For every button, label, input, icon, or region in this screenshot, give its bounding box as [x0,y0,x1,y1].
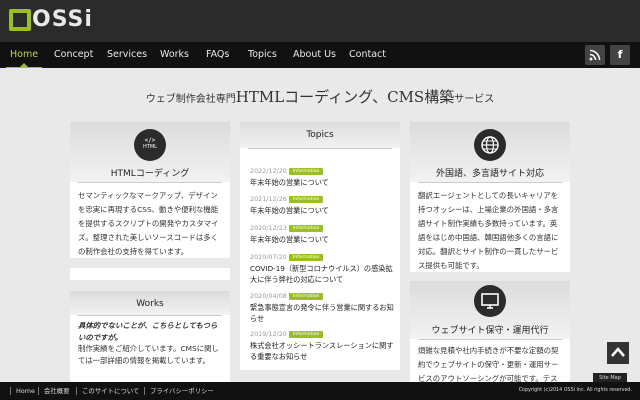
page-headline: ウェブ制作会社専門HTMLコーディング、CMS構築サービス [0,86,640,107]
headline-emphasis: HTMLコーディング、CMS構築 [235,88,455,106]
news-date: 2019/12/20 [250,330,287,338]
footer: Home 会社概要 このサイトについて プライバシーポリシー Copyright… [0,382,640,400]
footer-link-company[interactable]: 会社概要 [44,382,70,400]
footer-link-about-site[interactable]: このサイトについて [82,382,139,400]
nav-item-concept[interactable]: Concept [54,42,93,68]
logo-text: OSSi [32,7,93,32]
nav-item-faqs[interactable]: FAQs [206,42,229,68]
language-text: 翻訳エージェントとしての長いキャリアを持つオッシーは、上場企業の外国語・多言語サ… [418,191,559,270]
nav-item-home[interactable]: Home [5,42,43,68]
maintenance-card-header: ウェブサイト保守・運用代行 [410,281,570,339]
works-card: Works 具体的でないことが、こちらとしてもつらいのですが。 制作実績をご紹介… [70,291,230,383]
news-category-badge: Information [288,293,324,300]
rss-button[interactable] [585,45,605,65]
maintenance-card: ウェブサイト保守・運用代行 煩雑な見積や社内手続きが不要な定額の契約でウェブサイ… [410,281,570,383]
facebook-icon: f [617,48,623,61]
maintenance-title: ウェブサイト保守・運用代行 [431,326,549,336]
headline-prefix: ウェブ制作会社専門 [145,94,236,105]
news-date: 2020/12/23 [250,224,287,232]
maintenance-text: 煩雑な見積や社内手続きが不要な定額の契約でウェブサイトの保守・更新・運用サービス… [418,346,559,383]
news-item[interactable]: 2022/12/20 Information 年末年始の営業について [250,158,398,188]
site-logo[interactable]: OSSi [9,7,93,33]
footer-link-privacy[interactable]: プライバシーポリシー [150,382,214,400]
topics-card-header: Topics [240,122,400,148]
copyright-text: Copyright (c)2014 OSSi Inc. All rights r… [518,388,632,393]
news-date: 2020/04/08 [250,292,287,300]
logo-mark-icon [9,9,31,31]
news-date: 2020/07/20 [250,253,287,261]
chevron-up-icon [611,347,625,357]
news-date: 2021/12/26 [250,195,287,203]
news-item[interactable]: 2019/12/20 Information 株式会社オッシートランスレーションに… [250,321,398,362]
footer-link-home[interactable]: Home [16,382,35,400]
top-header: OSSi [0,0,640,42]
topics-card: Topics 2022/12/20 Information 年末年始の営業について… [240,122,400,370]
nav-item-services[interactable]: Services [107,42,147,68]
works-lead: 具体的でないことが、こちらとしてもつらいのですが。 [78,321,218,342]
news-item[interactable]: 2020/12/23 Information 年末年始の営業について [250,215,398,245]
language-card: 外国語、多言語サイト対応 翻訳エージェントとしての長いキャリアを持つオッシーは、… [410,122,570,272]
language-card-header: 外国語、多言語サイト対応 [410,122,570,182]
news-item[interactable]: 2021/12/26 Information 年末年始の営業について [250,186,398,216]
news-category-badge: Information [288,254,324,261]
nav-item-about-us[interactable]: About Us [293,42,336,68]
news-title[interactable]: COVID-19（新型コロナウイルス）の感染拡大に伴う弊社の対応について [250,263,398,285]
html-icon: </> HTML [134,129,166,161]
html-coding-title: HTMLコーディング [110,169,190,179]
news-item[interactable]: 2020/04/08 Information 緊急事態宣言の発令に伴う営業に関する… [250,283,398,324]
globe-icon [474,129,506,161]
works-body: 具体的でないことが、こちらとしてもつらいのですが。 制作実績をご紹介しています。… [70,316,230,372]
topics-title[interactable]: Topics [240,130,400,140]
headline-suffix: サービス [454,94,495,105]
works-text: 制作実績をご紹介しています。CMSに関しては一部詳細の情報を掲載しています。 [78,344,219,365]
back-to-top-button[interactable] [607,342,629,364]
news-date: 2022/12/20 [250,167,287,175]
works-title: Works [136,299,164,309]
language-title: 外国語、多言語サイト対応 [435,169,544,179]
nav-item-topics[interactable]: Topics [248,42,277,68]
news-category-badge: Information [288,225,324,232]
nav-item-works[interactable]: Works [160,42,189,68]
news-category-badge: Information [288,168,324,175]
main-nav: Home Concept Services Works FAQs Topics … [0,42,640,68]
facebook-button[interactable]: f [610,45,630,65]
monitor-icon [474,285,506,317]
html-coding-card-header: </> HTML HTMLコーディング [70,122,230,182]
news-category-badge: Information [288,331,324,338]
news-title[interactable]: 株式会社オッシートランスレーションに関する重要なお知らせ [250,340,398,362]
news-category-badge: Information [288,196,324,203]
works-card-header: Works [70,291,230,315]
news-item[interactable]: 2020/07/20 Information COVID-19（新型コロナウイルス… [250,244,398,285]
nav-item-contact[interactable]: Contact [349,42,386,68]
spacer-card [70,268,230,280]
html-coding-card: </> HTML HTMLコーディング セマンティックなマークアップ、デザインを… [70,122,230,258]
rss-icon [589,49,601,61]
html-coding-text: セマンティックなマークアップ、デザインを忠実に再現するCSS、動きや便利な機能を… [78,191,219,256]
